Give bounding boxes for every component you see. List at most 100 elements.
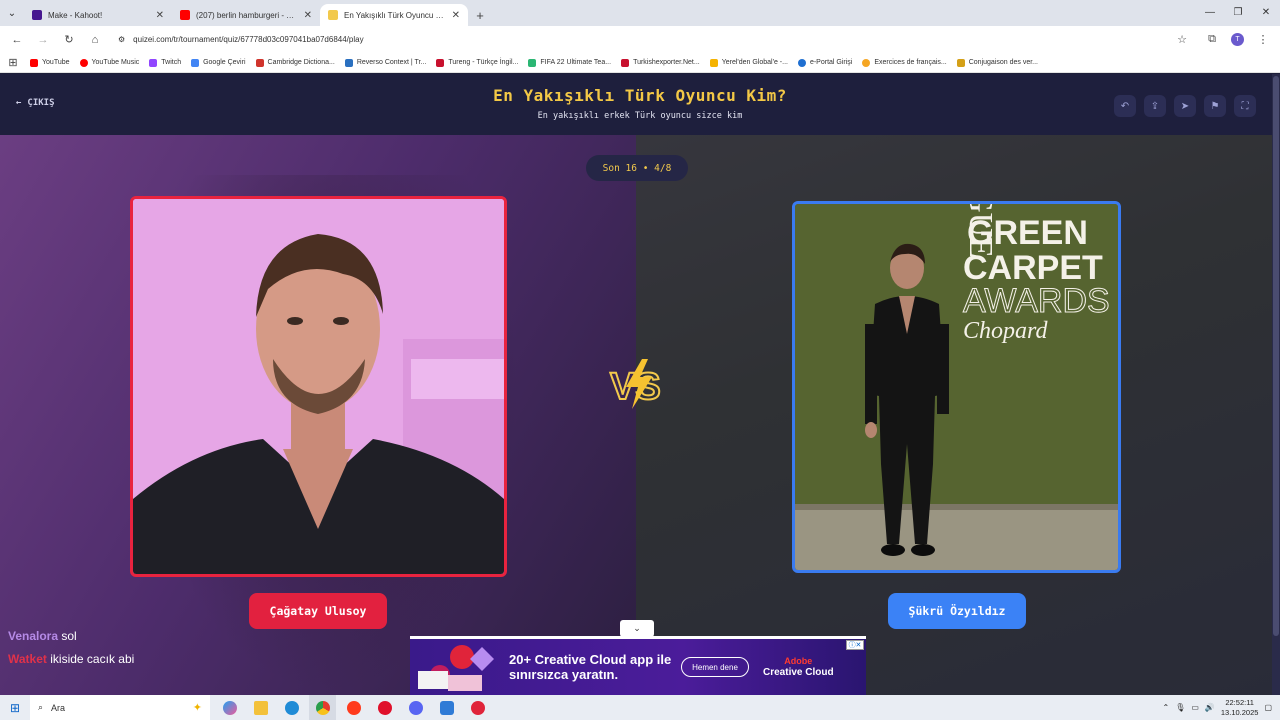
app-icon[interactable] xyxy=(433,695,460,720)
close-tab-icon[interactable]: ✕ xyxy=(304,10,312,21)
windows-taskbar: ⊞ ⌕ Ara ✦ ⌃ 🎙 ▭ 🔊 22:52:11 13.10.2025 ▢ xyxy=(0,695,1280,720)
fullscreen-icon[interactable]: ⛶ xyxy=(1234,95,1256,117)
file-explorer-icon[interactable] xyxy=(247,695,274,720)
choose-right-button[interactable]: Şükrü Özyıldız xyxy=(888,593,1026,629)
network-icon[interactable]: ▭ xyxy=(1191,703,1199,712)
reverso-icon xyxy=(344,58,353,67)
window-controls: — ❐ ✕ xyxy=(1196,0,1280,26)
bookmark-item[interactable]: Twitch xyxy=(149,58,181,67)
reload-icon[interactable]: ↻ xyxy=(58,29,80,51)
minimize-icon[interactable]: — xyxy=(1196,0,1224,24)
bookmark-item[interactable]: Cambridge Dictiona... xyxy=(255,58,335,67)
close-tab-icon[interactable]: ✕ xyxy=(452,10,460,21)
chat-text: sol xyxy=(61,629,77,643)
browser-menu-icon[interactable]: ⋮ xyxy=(1252,29,1274,51)
bookmark-item[interactable]: Turkishexporter.Net... xyxy=(621,58,700,67)
collapse-ad-button[interactable]: ⌄ xyxy=(620,620,654,637)
header-actions: ↶ ⇪ ➤ ⚑ ⛶ xyxy=(1114,95,1256,117)
close-window-icon[interactable]: ✕ xyxy=(1252,0,1280,24)
scrollbar-thumb[interactable] xyxy=(1273,76,1279,636)
bookmark-item[interactable]: e-Portal Girişi xyxy=(797,58,852,67)
chat-username: Watket xyxy=(8,652,47,666)
page-title: En Yakışıklı Türk Oyuncu Kim? xyxy=(493,86,787,105)
tab-search-icon[interactable]: ⌄ xyxy=(0,0,24,26)
page-subtitle: En yakışıklı erkek Türk oyuncu sizce kim xyxy=(537,111,743,121)
bookmark-item[interactable]: YouTube xyxy=(30,58,70,67)
choose-left-button[interactable]: Çağatay Ulusoy xyxy=(249,593,387,629)
copilot-sparkle-icon: ✦ xyxy=(192,702,202,714)
opera-icon[interactable] xyxy=(371,695,398,720)
bookmark-item[interactable]: Yerel'den Global'e -... xyxy=(709,58,788,67)
site-info-icon[interactable]: ⚙ xyxy=(118,35,125,44)
notifications-icon[interactable]: ▢ xyxy=(1264,703,1272,712)
edge-icon[interactable] xyxy=(278,695,305,720)
eportal-icon xyxy=(797,58,806,67)
windows-start-icon[interactable]: ⊞ xyxy=(0,695,30,720)
quizei-favicon-icon xyxy=(328,10,338,20)
youtube-icon xyxy=(30,58,38,67)
search-icon: ⌕ xyxy=(38,702,44,712)
discord-icon[interactable] xyxy=(402,695,429,720)
apps-grid-icon[interactable]: ⊞ xyxy=(6,52,20,74)
tab-title: Make - Kahoot! xyxy=(48,10,103,20)
search-placeholder: Ara xyxy=(51,702,66,713)
page-scrollbar[interactable] xyxy=(1272,74,1280,695)
send-icon[interactable]: ➤ xyxy=(1174,95,1196,117)
microphone-icon[interactable]: 🎙 xyxy=(1175,703,1185,712)
taskbar-clock[interactable]: 22:52:11 13.10.2025 xyxy=(1221,698,1259,718)
bookmark-star-icon[interactable]: ☆ xyxy=(1171,29,1193,51)
tray-chevron-icon[interactable]: ⌃ xyxy=(1163,703,1170,712)
youtube-favicon-icon xyxy=(180,10,190,20)
maximize-icon[interactable]: ❐ xyxy=(1224,0,1252,24)
bookmark-item[interactable]: Tureng - Türkçe İngil... xyxy=(436,58,518,67)
svg-text:AWARDS: AWARDS xyxy=(963,282,1110,320)
undo-icon[interactable]: ↶ xyxy=(1114,95,1136,117)
share-icon[interactable]: ⇪ xyxy=(1144,95,1166,117)
chat-username: Venalora xyxy=(8,629,59,643)
round-badge: Son 16 • 4/8 xyxy=(586,155,688,181)
close-tab-icon[interactable]: ✕ xyxy=(156,10,164,21)
flag-icon[interactable]: ⚑ xyxy=(1204,95,1226,117)
exercices-icon xyxy=(862,58,871,67)
browser-tab-kahoot[interactable]: Make - Kahoot! ✕ xyxy=(24,4,172,26)
back-arrow-icon[interactable]: ← xyxy=(6,29,28,51)
bookmark-item[interactable]: FIFA 22 Ultimate Tea... xyxy=(528,58,611,67)
bookmark-item[interactable]: Google Çeviri xyxy=(191,58,246,67)
ad-cta-button[interactable]: Hemen dene xyxy=(681,657,749,677)
left-contestant-photo xyxy=(133,199,504,574)
ad-banner[interactable]: 20+ Creative Cloud app ile sınırsızca ya… xyxy=(410,636,866,695)
profile-avatar[interactable]: T xyxy=(1231,33,1244,46)
yandex-icon[interactable] xyxy=(340,695,367,720)
right-contestant-card[interactable]: VOGUE GREEN CARPET AWARDS Chopard xyxy=(792,201,1121,573)
fifa-icon xyxy=(528,58,537,67)
new-tab-button[interactable]: + xyxy=(468,4,492,26)
copilot-icon[interactable] xyxy=(216,695,243,720)
twitch-icon xyxy=(149,58,158,67)
clock-time: 22:52:11 xyxy=(1225,697,1254,707)
browser-tab-quizei[interactable]: En Yakışıklı Türk Oyuncu Kim? ✕ xyxy=(320,4,468,26)
recording-app-icon[interactable] xyxy=(464,695,491,720)
bookmark-item[interactable]: YouTube Music xyxy=(79,58,139,67)
google-translate-icon xyxy=(191,58,200,67)
quiz-page: ← ÇIKIŞ En Yakışıklı Türk Oyuncu Kim? En… xyxy=(0,74,1280,695)
yerel-global-icon xyxy=(709,58,718,67)
home-icon[interactable]: ⌂ xyxy=(84,29,106,51)
bookmark-item[interactable]: Reverso Context | Tr... xyxy=(344,58,426,67)
system-tray: ⌃ 🎙 ▭ 🔊 22:52:11 13.10.2025 ▢ xyxy=(1163,698,1280,718)
extensions-icon[interactable]: ⧉ xyxy=(1201,29,1223,51)
volume-icon[interactable]: 🔊 xyxy=(1205,703,1215,712)
forward-arrow-icon[interactable]: → xyxy=(32,29,54,51)
ad-headline: 20+ Creative Cloud app ile sınırsızca ya… xyxy=(509,652,672,682)
browser-tab-youtube[interactable]: (207) berlin hamburgeri - YouTube ✕ xyxy=(172,4,320,26)
matchup-arena: Son 16 • 4/8 VS xyxy=(0,135,1272,695)
ad-info-icon[interactable]: ⓘ✕ xyxy=(846,640,864,650)
url-field[interactable]: ⚙ quizei.com/tr/tournament/quiz/67778d03… xyxy=(110,30,1167,50)
chat-message: Watket ikiside cacık abi xyxy=(8,648,134,671)
bookmark-item[interactable]: Conjugaison des ver... xyxy=(956,58,1038,67)
svg-text:GREEN: GREEN xyxy=(967,214,1088,252)
bookmark-item[interactable]: Exercices de français... xyxy=(862,58,947,67)
browser-tab-bar: ⌄ Make - Kahoot! ✕ (207) berlin hamburge… xyxy=(0,0,1280,26)
chrome-icon[interactable] xyxy=(309,695,336,720)
taskbar-search[interactable]: ⌕ Ara ✦ xyxy=(30,695,210,720)
left-contestant-card[interactable] xyxy=(130,196,507,577)
